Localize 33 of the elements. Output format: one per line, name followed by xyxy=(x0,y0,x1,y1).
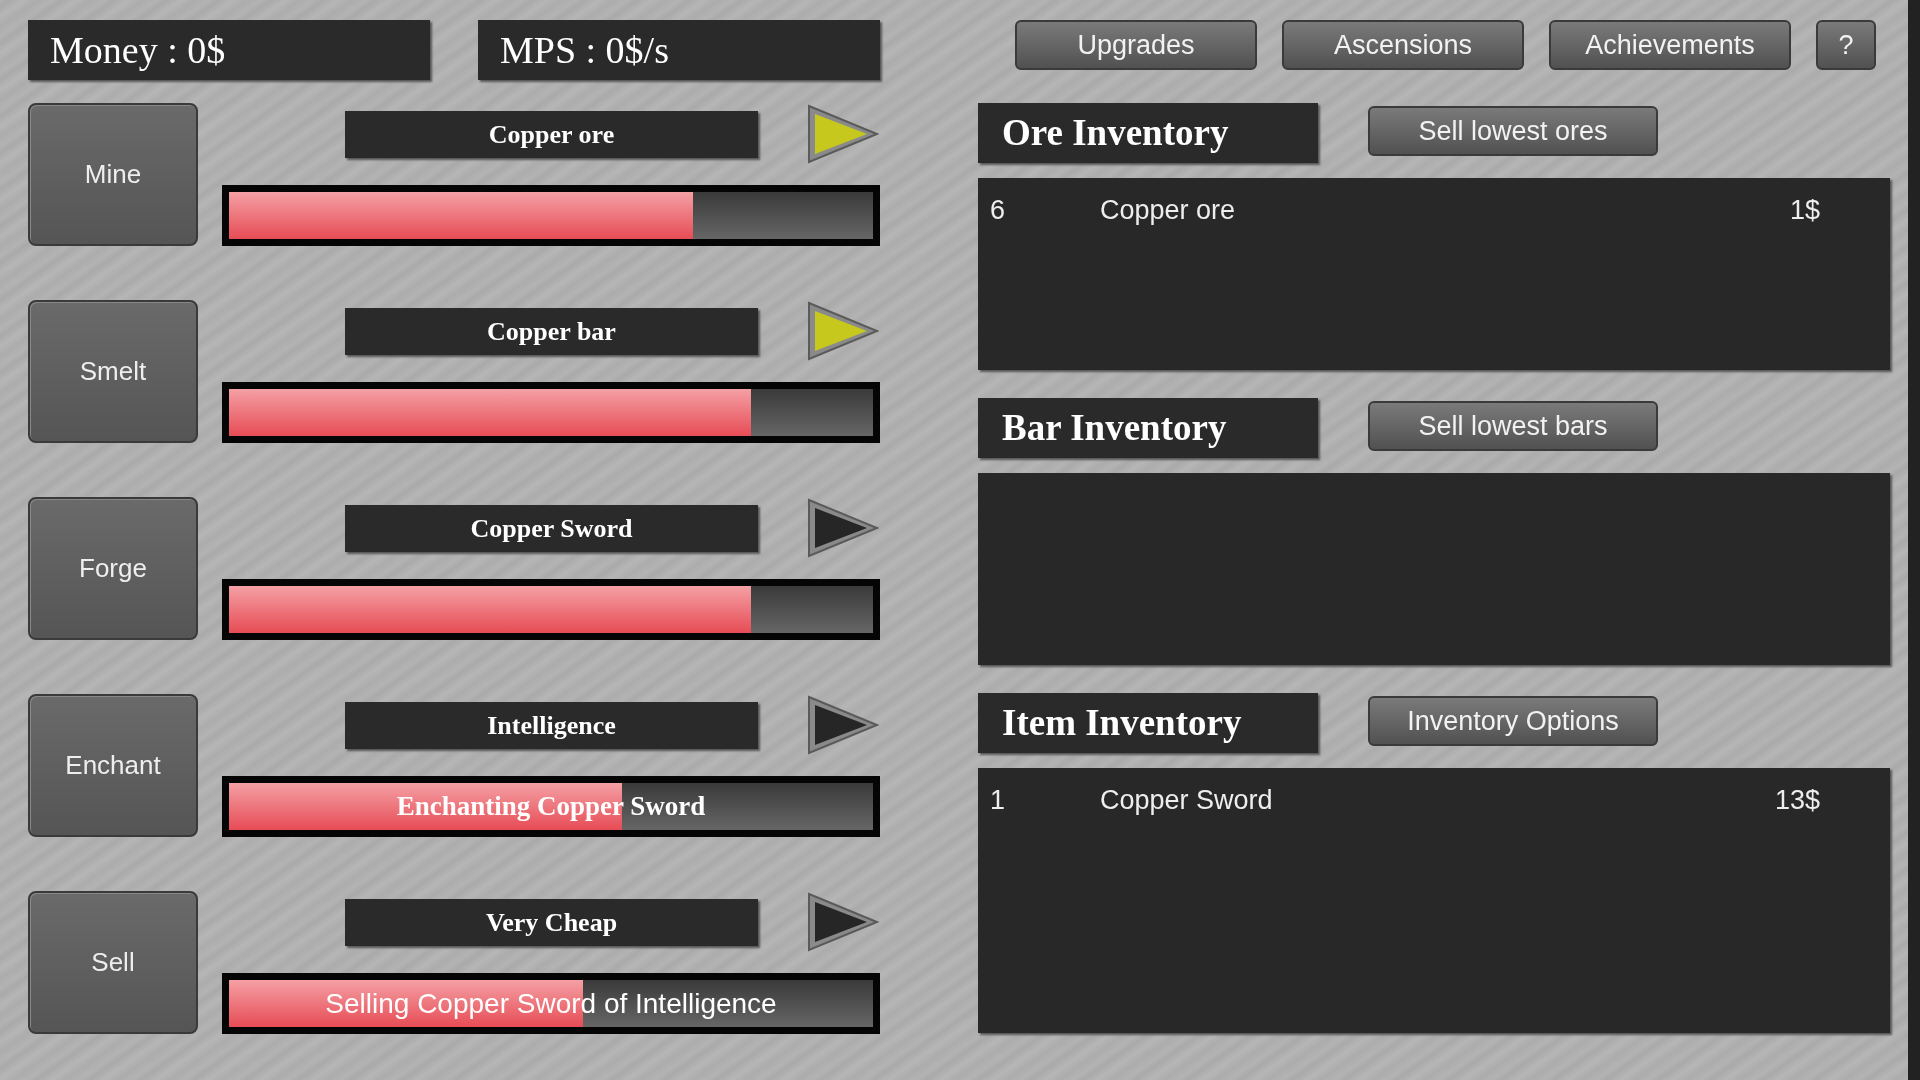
inventory-title: Ore Inventory xyxy=(978,103,1318,163)
target-label: Copper Sword xyxy=(345,504,758,552)
play-arrow-icon[interactable] xyxy=(807,892,879,952)
item-price: 13$ xyxy=(1774,784,1820,816)
menu-button[interactable]: Achievements xyxy=(1549,20,1791,70)
action-button[interactable]: Mine xyxy=(28,103,198,246)
play-arrow-icon[interactable] xyxy=(807,104,879,164)
action-button[interactable]: Sell xyxy=(28,891,198,1034)
action-button[interactable]: Smelt xyxy=(28,300,198,443)
target-label: Intelligence xyxy=(345,701,758,749)
inventory-title: Item Inventory xyxy=(978,693,1318,753)
target-label: Very Cheap xyxy=(345,898,758,946)
mps-display: MPS : 0$/s xyxy=(478,20,880,80)
target-label: Copper bar xyxy=(345,307,758,355)
item-name[interactable]: Copper Sword xyxy=(1100,784,1775,816)
action-button[interactable]: Forge xyxy=(28,497,198,640)
play-arrow-icon[interactable] xyxy=(807,301,879,361)
inventory-title: Bar Inventory xyxy=(978,398,1318,458)
play-arrow-icon[interactable] xyxy=(807,498,879,558)
inventory-button[interactable]: Sell lowest bars xyxy=(1368,401,1658,451)
item-quantity: 1 xyxy=(990,784,1007,816)
menu-button[interactable]: ? xyxy=(1816,20,1876,70)
item-name[interactable]: Copper ore xyxy=(1100,194,1790,226)
item-price: 1$ xyxy=(1789,194,1820,226)
item-quantity: 6 xyxy=(990,194,1007,226)
inventory-button[interactable]: Sell lowest ores xyxy=(1368,106,1658,156)
money-display: Money : 0$ xyxy=(28,20,430,80)
target-label: Copper ore xyxy=(345,110,758,158)
action-button[interactable]: Enchant xyxy=(28,694,198,837)
menu-button[interactable]: Upgrades xyxy=(1015,20,1257,70)
menu-button[interactable]: Ascensions xyxy=(1282,20,1524,70)
inventory-button[interactable]: Inventory Options xyxy=(1368,696,1658,746)
play-arrow-icon[interactable] xyxy=(807,695,879,755)
